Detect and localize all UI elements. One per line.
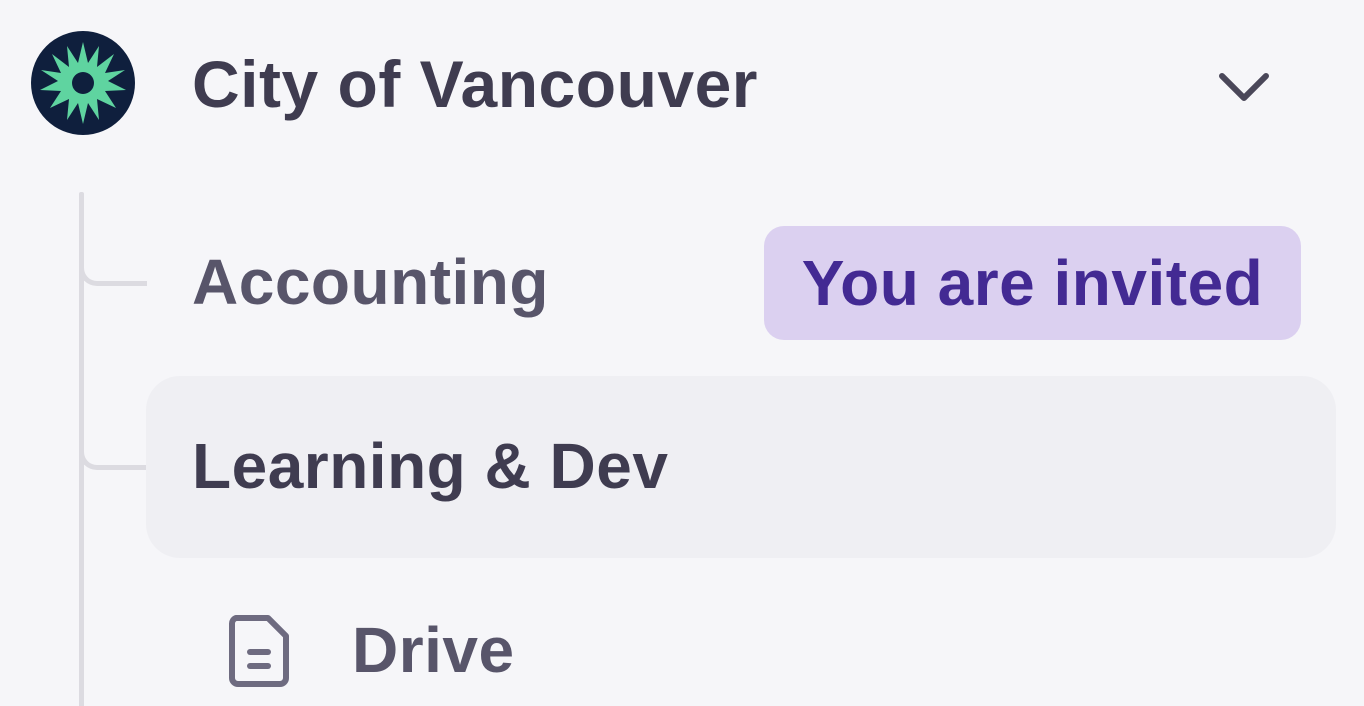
org-name: City of Vancouver — [192, 47, 758, 121]
team-label: Learning & Dev — [192, 430, 669, 502]
org-switcher[interactable]: City of Vancouver — [0, 0, 1364, 168]
tree-branch — [79, 262, 147, 286]
document-icon — [229, 615, 289, 687]
chevron-down-icon[interactable] — [1214, 64, 1274, 110]
sub-item-label: Drive — [352, 614, 515, 686]
invite-badge-label: You are invited — [801, 247, 1264, 319]
workspace-sidebar: City of Vancouver Accounting You are inv… — [0, 0, 1364, 706]
sub-item-drive[interactable]: Drive — [228, 606, 928, 696]
team-label: Accounting — [192, 246, 549, 318]
invite-badge[interactable]: You are invited — [764, 226, 1301, 340]
tree-branch — [79, 446, 147, 470]
team-item-learning-dev[interactable]: Learning & Dev — [146, 376, 1336, 558]
starburst-icon — [31, 31, 135, 135]
